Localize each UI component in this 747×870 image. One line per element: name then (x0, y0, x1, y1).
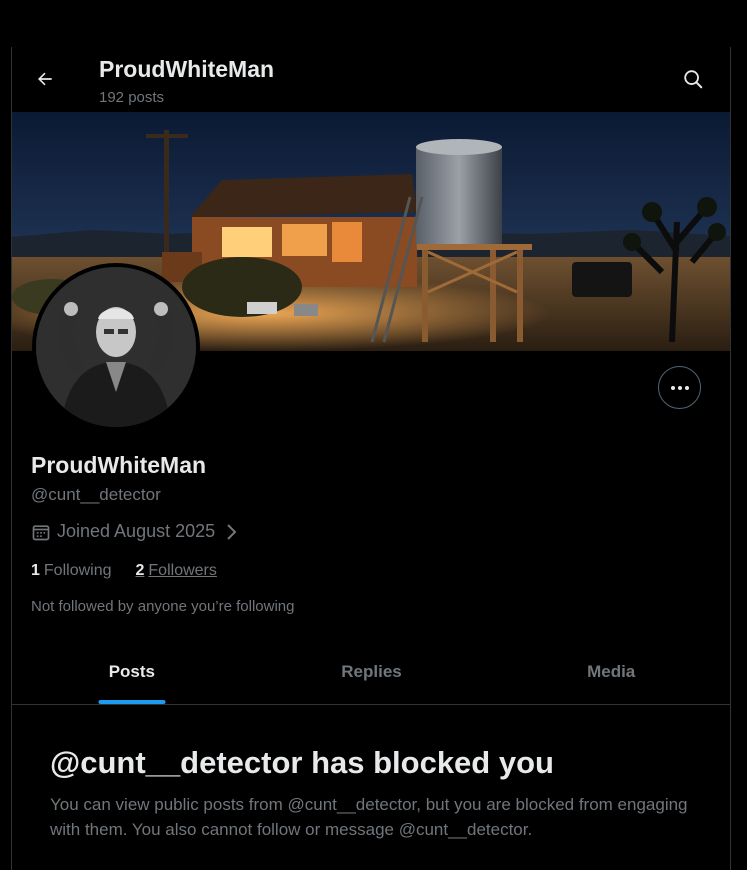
not-followed-note: Not followed by anyone you’re following (31, 598, 295, 615)
search-button[interactable] (674, 60, 712, 98)
handle: @cunt__detector (31, 485, 161, 504)
search-icon (684, 70, 703, 89)
arrow-left-icon (38, 72, 52, 86)
post-count: 192 posts (99, 89, 165, 106)
display-name: ProudWhiteMan (31, 452, 207, 478)
followers-label: Followers (148, 562, 217, 579)
tab-replies-label: Replies (341, 661, 402, 681)
more-dot (677, 385, 682, 390)
tab-media-label: Media (587, 661, 636, 681)
profile-tabs: Posts Replies Media (12, 639, 730, 705)
following-label: Following (43, 562, 112, 579)
followers-link[interactable]: 2 Followers (136, 562, 217, 580)
blocked-message: You can view public posts from @cunt__de… (50, 795, 688, 839)
tab-posts-label: Posts (108, 661, 155, 681)
profile-page: ProudWhiteMan 192 posts ProudWhiteMan @c… (11, 47, 731, 870)
follow-stats: 1 Following 2 Followers (31, 562, 217, 580)
joined-text: Joined August 2025 (57, 521, 216, 541)
back-button[interactable] (26, 60, 64, 98)
tab-posts[interactable]: Posts (12, 639, 252, 704)
joined-date[interactable]: Joined August 2025 (31, 521, 237, 542)
following-count: 1 (31, 562, 40, 579)
followers-count: 2 (135, 562, 145, 579)
more-horizontal-icon (670, 385, 675, 390)
tab-media[interactable]: Media (491, 639, 730, 704)
active-tab-indicator (98, 700, 166, 704)
chevron-right-icon (227, 523, 237, 540)
calendar-icon (32, 524, 50, 540)
tab-replies[interactable]: Replies (252, 639, 492, 704)
more-options-button[interactable] (658, 366, 701, 409)
header-title: ProudWhiteMan (99, 56, 275, 82)
profile-header: ProudWhiteMan 192 posts (12, 47, 730, 112)
avatar[interactable] (32, 263, 200, 431)
following-link[interactable]: 1 Following (31, 562, 112, 580)
blocked-title: @cunt__detector has blocked you (50, 745, 554, 780)
more-dot (684, 385, 689, 390)
